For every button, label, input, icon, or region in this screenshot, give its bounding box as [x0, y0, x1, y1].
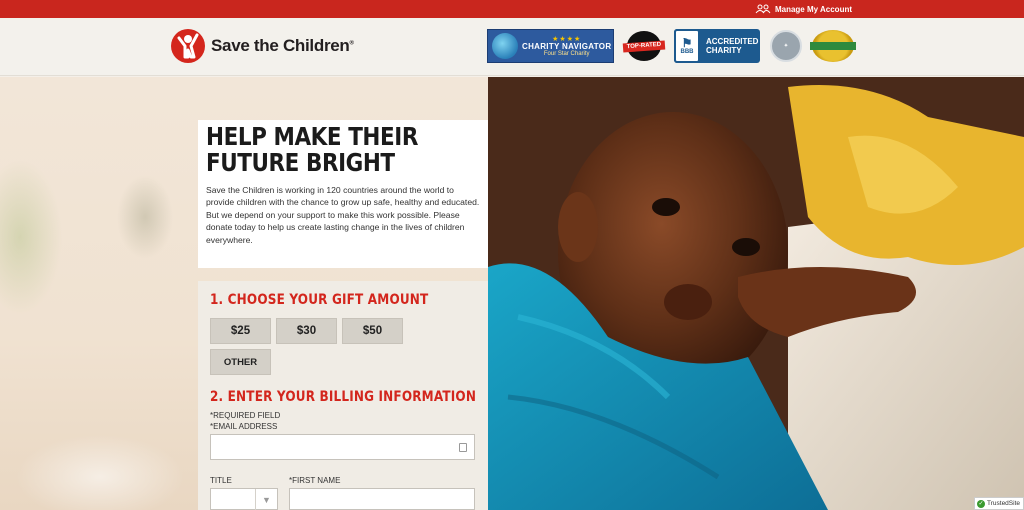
manage-account-label: Manage My Account: [774, 4, 852, 14]
page-title: Help make their future bright: [206, 122, 418, 177]
top-bar: Manage My Account: [0, 0, 1024, 18]
first-name-label: *First name: [289, 476, 341, 485]
trusted-site-label: TrustedSite: [987, 500, 1020, 507]
gold-seal-band: [810, 42, 856, 50]
site-header: Save the Children® ★★★★ CHARITY NAVIGATO…: [0, 18, 1024, 76]
required-field-note: *Required field: [210, 411, 281, 420]
gold-seal-badge[interactable]: [810, 30, 856, 62]
step1-heading: 1. Choose your gift amount: [210, 292, 429, 308]
platinum-seal-badge[interactable]: ✦: [770, 30, 802, 62]
bbb-torch-icon: ⚑ BBB: [674, 29, 700, 63]
amount-30-button[interactable]: $30: [276, 318, 337, 344]
logo-text: Save the Children®: [211, 36, 354, 55]
charity-navigator-title: CHARITY NAVIGATOR: [522, 41, 612, 51]
charity-navigator-badge[interactable]: ★★★★ CHARITY NAVIGATOR Four Star Charity: [487, 29, 614, 63]
email-field[interactable]: [210, 434, 475, 460]
intro-text: Save the Children is working in 120 coun…: [206, 185, 480, 245]
donation-form: 1. Choose your gift amount $25 $30 $50 O…: [198, 281, 488, 510]
hero-section: [0, 77, 1024, 510]
first-name-field[interactable]: [289, 488, 475, 510]
seal-icon: ✦: [783, 43, 789, 49]
trusted-site-badge[interactable]: ✓ TrustedSite: [974, 497, 1024, 510]
chevron-down-icon: ▼: [255, 489, 277, 510]
amount-25-button[interactable]: $25: [210, 318, 271, 344]
title-select[interactable]: ▼: [210, 488, 278, 510]
child-photo: [488, 77, 1024, 510]
email-label: *Email address: [210, 422, 278, 431]
globe-icon: [492, 33, 518, 59]
users-icon: [755, 4, 771, 14]
title-label: Title: [210, 476, 232, 485]
bbb-accredited-badge[interactable]: ⚑ BBB ACCREDITED CHARITY: [674, 29, 760, 63]
autofill-key-icon[interactable]: [459, 443, 467, 452]
gift-amount-options: $25 $30 $50 OTHER: [210, 318, 420, 375]
trust-badges: ★★★★ CHARITY NAVIGATOR Four Star Charity…: [487, 29, 856, 63]
top-rated-badge[interactable]: TOP-RATED: [622, 29, 666, 63]
intro-card: Help make their future bright Save the C…: [198, 120, 488, 268]
charity-navigator-subtitle: Four Star Charity: [543, 50, 590, 57]
manage-account-link[interactable]: Manage My Account: [755, 4, 852, 14]
child-figure-icon: [171, 29, 205, 63]
bbb-line2: CHARITY: [706, 46, 742, 55]
bbb-line1: ACCREDITED: [706, 36, 759, 46]
amount-other-button[interactable]: OTHER: [210, 349, 271, 375]
step2-heading: 2. Enter your billing information: [210, 389, 477, 405]
check-icon: ✓: [977, 499, 985, 508]
amount-50-button[interactable]: $50: [342, 318, 403, 344]
save-the-children-logo[interactable]: Save the Children®: [171, 29, 354, 63]
